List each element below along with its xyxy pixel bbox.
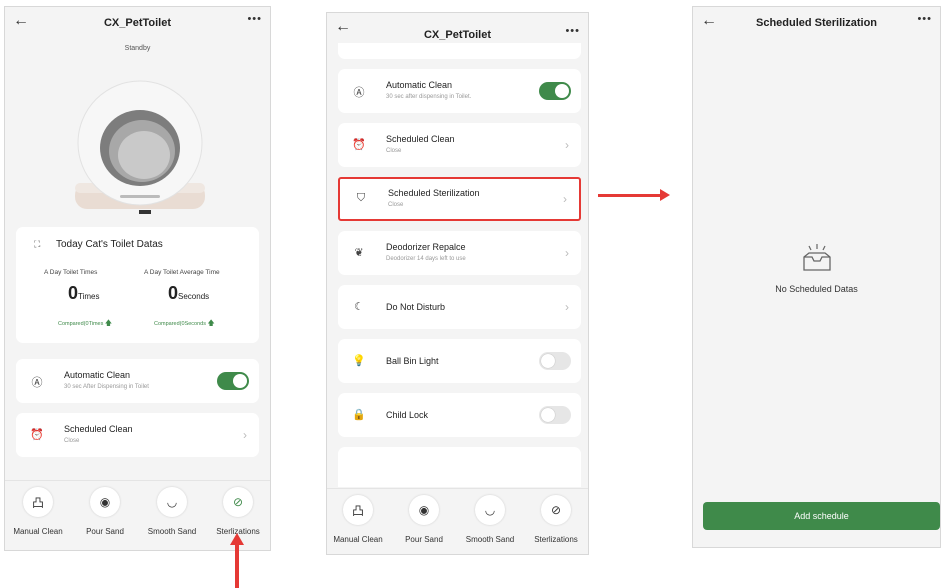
top-bar: ← Scheduled Sterilization •••	[693, 7, 940, 51]
chevron-right-icon: ›	[565, 138, 569, 152]
scheduled-clean-row[interactable]: ⏰ Scheduled Clean Close ›	[16, 413, 259, 457]
stats-heading: Today Cat's Toilet Datas	[56, 239, 163, 250]
automatic-clean-row[interactable]: Ⓐ Automatic Clean 30 sec After Dispensin…	[16, 359, 259, 403]
add-schedule-button[interactable]: Add schedule	[703, 502, 940, 530]
settings-row[interactable]: Ⓐ Automatic Clean 30 sec after dispensin…	[338, 69, 581, 113]
up-arrow-icon: 🡅	[207, 320, 215, 327]
avg-label: A Day Toilet Average Time	[144, 269, 220, 276]
scrolled-card	[338, 43, 581, 59]
screen-home: ← CX_PetToilet ••• Standby ⛶ Today Cat's…	[4, 6, 271, 551]
screen-settings: ← CX_PetToilet ••• Ⓐ Automatic Clean 30 …	[326, 12, 589, 555]
smooth-sand-button[interactable]: ◡ Smooth Sand	[139, 487, 205, 536]
shield-icon: ⛉	[356, 192, 366, 204]
pour-sand-button[interactable]: ◉ Pour Sand	[391, 495, 457, 544]
settings-row[interactable]: ⏰ Scheduled Clean Close ›	[338, 123, 581, 167]
settings-row[interactable]: ☾ Do Not Disturb ›	[338, 285, 581, 329]
bottom-toolbar: 凸 Manual Clean ◉ Pour Sand ◡ Smooth Sand ⊘ S…	[327, 488, 588, 554]
pour-sand-icon: ◉	[90, 487, 120, 517]
chevron-right-icon: ›	[565, 300, 569, 314]
lightbulb-icon: 💡	[352, 355, 366, 367]
sterilization-icon: ⊘	[223, 487, 253, 517]
device-title: CX_PetToilet	[103, 17, 172, 29]
auto-clean-icon: Ⓐ	[353, 87, 365, 99]
moon-icon: ☾	[354, 301, 364, 313]
up-arrow-icon: 🡅	[104, 320, 113, 327]
chevron-right-icon: ›	[565, 246, 569, 260]
pour-sand-icon: ◉	[409, 495, 439, 525]
manual-clean-button[interactable]: 凸 Manual Clean	[5, 487, 71, 536]
screen-scheduled-sterilization: ← Scheduled Sterilization ••• No Schedul…	[692, 6, 941, 548]
pour-sand-button[interactable]: ◉ Pour Sand	[72, 487, 138, 536]
times-value: 0Times	[68, 283, 100, 303]
times-label: A Day Toilet Times	[44, 269, 98, 276]
broom-icon: 凸	[343, 495, 373, 525]
smooth-sand-button[interactable]: ◡ Smooth Sand	[457, 495, 523, 544]
settings-row-highlighted[interactable]: ⛉ Scheduled Sterilization Close ›	[338, 177, 581, 221]
more-icon[interactable]: •••	[247, 13, 262, 25]
empty-state-text: No Scheduled Datas	[775, 284, 858, 294]
alarm-clock-icon: ⏰	[30, 429, 44, 441]
highlight-arrow-up	[230, 533, 244, 588]
times-compare: Compared(0Times 🡅	[58, 320, 113, 327]
auto-clean-toggle[interactable]	[217, 372, 249, 390]
stats-card: ⛶ Today Cat's Toilet Datas A Day Toilet …	[16, 227, 259, 343]
cat-icon: ⛶	[34, 239, 41, 249]
lock-icon: 🔒	[352, 409, 366, 421]
avg-value: 0Seconds	[168, 283, 210, 303]
sterilization-icon: ⊘	[541, 495, 571, 525]
auto-clean-toggle[interactable]	[539, 82, 571, 100]
page-title: Scheduled Sterilization	[755, 17, 878, 29]
chevron-right-icon: ›	[563, 192, 567, 206]
sterilization-button[interactable]: ⊘ Sterlizations	[205, 487, 270, 536]
avg-compare: Compared(0Seconds 🡅	[154, 320, 215, 327]
device-title: CX_PetToilet	[423, 29, 492, 41]
more-icon[interactable]: •••	[565, 25, 580, 37]
manual-clean-button[interactable]: 凸 Manual Clean	[327, 495, 391, 544]
status-text: Standby	[124, 45, 151, 52]
settings-row[interactable]: 🔒 Child Lock	[338, 393, 581, 437]
child-lock-toggle[interactable]	[539, 406, 571, 424]
alarm-clock-icon: ⏰	[352, 139, 366, 151]
top-bar: ← CX_PetToilet ••• Standby	[5, 7, 270, 52]
empty-box-icon	[803, 244, 831, 271]
more-icon[interactable]: •••	[917, 13, 932, 25]
settings-row[interactable]: 💡 Ball Bin Light	[338, 339, 581, 383]
auto-clean-icon: Ⓐ	[31, 377, 43, 389]
device-image	[75, 80, 205, 214]
settings-row[interactable]: ❦ Deodorizer Repalce Deodorizer 14 days …	[338, 231, 581, 275]
broom-icon: 凸	[23, 487, 53, 517]
flow-arrow-right	[598, 189, 670, 201]
scrolled-card	[338, 447, 581, 487]
leaf-icon: ❦	[354, 247, 364, 259]
sterilization-button[interactable]: ⊘ Sterlizations	[523, 495, 588, 544]
smooth-sand-icon: ◡	[475, 495, 505, 525]
chevron-right-icon: ›	[243, 428, 247, 442]
smooth-sand-icon: ◡	[157, 487, 187, 517]
ball-bin-light-toggle[interactable]	[539, 352, 571, 370]
